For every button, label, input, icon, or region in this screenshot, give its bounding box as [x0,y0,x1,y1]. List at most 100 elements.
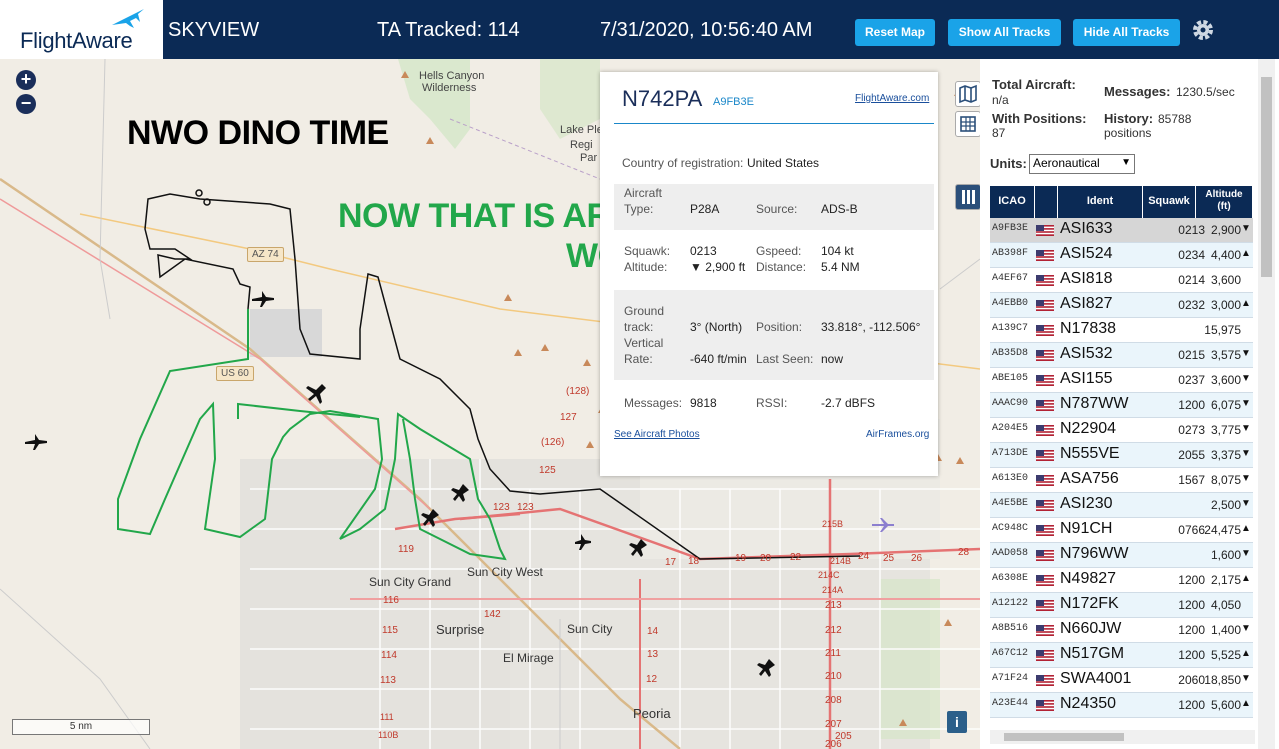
row-icao: AB35D8 [992,348,1029,359]
type-row: Aircraft Type: P28A Source: ADS-B [614,184,934,230]
road-number: 214A [822,585,844,595]
airframes-link[interactable]: AirFrames.org [866,429,929,440]
row-altitude: 3,375 [1210,448,1241,462]
map-place-label: Wilderness [422,82,477,94]
table-row[interactable]: A204E5 N22904 0273 3,775 ▼ [990,418,1253,443]
us-flag-icon [1036,600,1054,611]
row-ident: N49827 [1060,570,1117,587]
row-altitude-trend: ▲ [1241,523,1251,534]
column-header-altitude[interactable]: Altitude (ft) [1196,186,1252,218]
zoom-in-button[interactable]: + [16,70,36,90]
road-number: 110B [378,730,399,740]
map-town-label: Sun City West [467,565,543,579]
map-town-label: El Mirage [503,651,554,665]
road-number: 17 [665,557,677,568]
us-flag-icon [1036,350,1054,361]
table-row[interactable]: A4EF67 ASI818 0214 3,600 [990,268,1253,293]
map-place-label: Lake Ple [560,124,603,136]
hide-all-tracks-button[interactable]: Hide All Tracks [1073,19,1180,46]
road-number: (126) [541,437,565,448]
road-number: 208 [825,695,842,706]
row-altitude: 24,475 [1204,523,1241,537]
info-button[interactable]: i [947,711,967,733]
road-number: 213 [825,600,842,611]
table-row[interactable]: A71F24 SWA4001 2060 18,850 ▼ [990,668,1253,693]
road-number: 205 [835,731,852,742]
column-toggle-button[interactable] [955,184,980,210]
column-header-squawk[interactable]: Squawk [1143,186,1195,218]
row-altitude-trend: ▼ [1241,623,1251,634]
scroll-thumb[interactable] [1004,733,1124,741]
units-select[interactable]: Aeronautical ▼ [1029,154,1135,174]
aircraft-photos-link[interactable]: See Aircraft Photos [614,429,700,440]
table-row[interactable]: A4E5BE ASI230 2,500 ▼ [990,493,1253,518]
table-row[interactable]: AC948C N91CH 0766 24,475 ▲ [990,518,1253,543]
road-number: 123 [517,502,534,513]
logo[interactable]: FlightAware [0,0,163,59]
table-row[interactable]: A23E44 N24350 1200 5,600 ▲ [990,693,1253,718]
grid-toggle-button[interactable] [955,111,980,137]
table-row[interactable]: AB35D8 ASI532 0215 3,575 ▼ [990,343,1253,368]
with-positions-label: With Positions: [992,111,1087,126]
top-bar: FlightAware SKYVIEW TA Tracked: 114 7/31… [0,0,1279,59]
chevron-down-icon: ▼ [1121,157,1131,168]
distance-value: 5.4 NM [821,260,860,274]
row-ident: ASI532 [1060,345,1113,362]
zoom-out-button[interactable]: − [16,94,36,114]
units-label: Units: [990,156,1027,171]
row-ident: ASI524 [1060,245,1113,262]
table-row[interactable]: A139C7 N17838 15,975 [990,318,1253,343]
us-flag-icon [1036,700,1054,711]
row-altitude-trend: ▼ [1241,398,1251,409]
table-row[interactable]: A8B516 N660JW 1200 1,400 ▼ [990,618,1253,643]
table-row[interactable]: A613E0 ASA756 1567 8,075 ▼ [990,468,1253,493]
road-number: 125 [539,465,556,476]
table-row[interactable]: AAD058 N796WW 1,600 ▼ [990,543,1253,568]
show-all-tracks-button[interactable]: Show All Tracks [948,19,1061,46]
row-altitude-trend: ▲ [1241,298,1251,309]
road-number: 114 [381,650,397,661]
table-row[interactable]: ABE105 ASI155 0237 3,600 ▼ [990,368,1253,393]
gear-icon[interactable] [1190,17,1216,43]
row-icao: A4EBB0 [992,298,1029,309]
us-flag-icon [1036,550,1054,561]
vertical-rate-label: Vertical [624,336,664,350]
flightaware-link[interactable]: FlightAware.com [855,93,929,104]
tracked-count: TA Tracked: 114 [377,19,520,41]
table-horizontal-scrollbar[interactable] [990,730,1255,744]
sidebar-vertical-scrollbar[interactable] [1258,59,1275,749]
annotation-dino-text: NWO DINO TIME [127,114,389,152]
row-icao: AB398F [992,248,1029,259]
column-header-flag[interactable] [1035,186,1057,218]
aircraft-hex: A9FB3E [713,96,754,108]
table-row[interactable]: AAAC90 N787WW 1200 6,075 ▼ [990,393,1253,418]
us-flag-icon [1036,450,1054,461]
table-row[interactable]: A12122 N172FK 1200 4,050 [990,593,1253,618]
table-row[interactable]: A6308E N49827 1200 2,175 ▲ [990,568,1253,593]
column-header-ident[interactable]: Ident [1058,186,1142,218]
source-label: Source: [756,202,798,216]
history-label: History: [1104,111,1154,126]
country-label: Country of registration: [622,156,744,170]
table-row[interactable]: A713DE N555VE 2055 3,375 ▼ [990,443,1253,468]
road-number: 207 [825,719,842,730]
us-flag-icon [1036,325,1054,336]
row-altitude-trend: ▼ [1241,673,1251,684]
map-place-label: Par [580,152,598,164]
row-ident: N22904 [1060,420,1117,437]
table-row[interactable]: AB398F ASI524 0234 4,400 ▲ [990,243,1253,268]
row-icao: A713DE [992,448,1029,459]
position-value: 33.818°, -112.506° [821,320,921,334]
road-number: 113 [380,675,396,686]
scroll-thumb[interactable] [1261,77,1272,277]
table-row[interactable]: A4EBB0 ASI827 0232 3,000 ▲ [990,293,1253,318]
road-number: 24 [858,551,870,562]
table-row[interactable]: A9FB3E ASI633 0213 2,900 ▼ [990,218,1253,243]
map-layers-button[interactable] [955,81,980,107]
column-header-icao[interactable]: ICAO [990,186,1034,218]
road-number: 25 [883,553,895,564]
reset-map-button[interactable]: Reset Map [855,19,935,46]
road-number: 111 [380,712,394,722]
row-altitude-trend: ▲ [1241,248,1251,259]
table-row[interactable]: A67C12 N517GM 1200 5,525 ▲ [990,643,1253,668]
